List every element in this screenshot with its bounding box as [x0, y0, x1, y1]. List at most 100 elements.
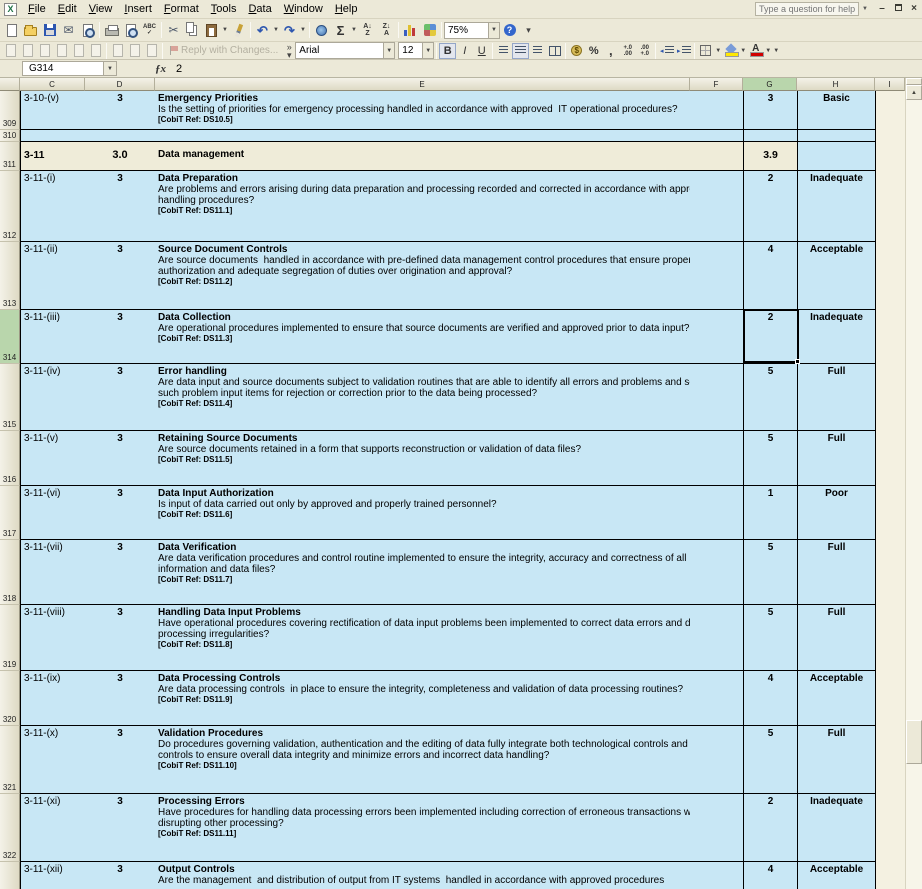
row-header-316[interactable]: 316	[0, 431, 20, 486]
send-to-mail-recipient-button[interactable]	[126, 43, 143, 59]
align-left-button[interactable]	[495, 43, 512, 59]
cell-i320[interactable]	[875, 671, 905, 726]
cell-f309[interactable]	[690, 91, 743, 130]
cell-c319[interactable]: 3-11-(viii)	[20, 605, 85, 671]
cell-i316[interactable]	[875, 431, 905, 486]
row-header-318[interactable]: 318	[0, 540, 20, 605]
toolbar-overflow-icon[interactable]: »▾	[283, 43, 295, 59]
show-all-comments-button[interactable]	[70, 43, 87, 59]
row-header-311[interactable]: 311	[0, 142, 20, 171]
show-ink-annotations-button[interactable]	[87, 43, 104, 59]
cell-h316[interactable]: Full	[797, 431, 875, 486]
cell-h320[interactable]: Acceptable	[797, 671, 875, 726]
menu-insert[interactable]: Insert	[118, 1, 158, 17]
cell-i319[interactable]	[875, 605, 905, 671]
font-size-combo[interactable]: 12▼	[398, 42, 434, 59]
zoom-dropdown-icon[interactable]: ▼	[488, 23, 499, 38]
cell-i313[interactable]	[875, 242, 905, 310]
redo-dropdown-icon[interactable]: ▼	[299, 27, 307, 33]
cell-e309[interactable]: Emergency PrioritiesIs the setting of pr…	[155, 91, 690, 130]
cell-d315[interactable]: 3	[85, 364, 155, 431]
underline-button[interactable]: U	[473, 43, 490, 59]
cell-e312[interactable]: Data PreparationAre problems and errors …	[155, 171, 690, 242]
menu-edit[interactable]: Edit	[52, 1, 83, 17]
cell-d321[interactable]: 3	[85, 726, 155, 794]
cell-g323[interactable]: 4	[743, 862, 797, 889]
menu-data[interactable]: Data	[242, 1, 277, 17]
cell-c320[interactable]: 3-11-(ix)	[20, 671, 85, 726]
align-center-button[interactable]	[512, 43, 529, 59]
cell-c318[interactable]: 3-11-(vii)	[20, 540, 85, 605]
paste-button[interactable]	[202, 21, 221, 40]
row-header-310[interactable]: 310	[0, 130, 20, 142]
cell-e311[interactable]: Data management	[155, 142, 690, 171]
fill-color-dropdown-icon[interactable]: ▼	[739, 48, 747, 54]
cell-h313[interactable]: Acceptable	[797, 242, 875, 310]
cell-e319[interactable]: Handling Data Input ProblemsHave operati…	[155, 605, 690, 671]
cell-f321[interactable]	[690, 726, 743, 794]
bold-button[interactable]: B	[439, 43, 456, 59]
cell-h321[interactable]: Full	[797, 726, 875, 794]
percent-button[interactable]: %	[585, 43, 602, 59]
scroll-up-icon[interactable]: ▲	[906, 85, 922, 100]
align-right-button[interactable]	[529, 43, 546, 59]
italic-button[interactable]: I	[456, 43, 473, 59]
row-header-317[interactable]: 317	[0, 486, 20, 540]
cell-e321[interactable]: Validation ProceduresDo procedures gover…	[155, 726, 690, 794]
cell-g320[interactable]: 4	[743, 671, 797, 726]
cell-e313[interactable]: Source Document ControlsAre source docum…	[155, 242, 690, 310]
cell-e322[interactable]: Processing ErrorsHave procedures for han…	[155, 794, 690, 862]
name-box[interactable]: G314	[22, 61, 104, 76]
cell-h323[interactable]: Acceptable	[797, 862, 875, 889]
cell-e314[interactable]: Data CollectionAre operational procedure…	[155, 310, 690, 364]
redo-button[interactable]: ↷	[280, 21, 299, 40]
row-header-321[interactable]: 321	[0, 726, 20, 794]
cell-i323[interactable]	[875, 862, 905, 889]
font-size-dropdown-icon[interactable]: ▼	[422, 43, 433, 58]
scrollbar-thumb[interactable]	[906, 720, 922, 764]
cell-d316[interactable]: 3	[85, 431, 155, 486]
paste-dropdown-icon[interactable]: ▼	[221, 27, 229, 33]
fill-handle[interactable]	[795, 359, 800, 364]
cell-g319[interactable]: 5	[743, 605, 797, 671]
column-header-f[interactable]: F	[690, 78, 743, 91]
email-button[interactable]: ✉	[59, 21, 78, 40]
show-comment-button[interactable]	[53, 43, 70, 59]
cell-d320[interactable]: 3	[85, 671, 155, 726]
menu-tools[interactable]: Tools	[205, 1, 243, 17]
cell-d314[interactable]: 3	[85, 310, 155, 364]
cell-f320[interactable]	[690, 671, 743, 726]
font-name-combo[interactable]: Arial▼	[295, 42, 395, 59]
cell-d312[interactable]: 3	[85, 171, 155, 242]
help-button[interactable]: ?	[500, 21, 519, 40]
currency-button[interactable]: $	[568, 43, 585, 59]
row-header-314[interactable]: 314	[0, 310, 20, 364]
menu-file[interactable]: File	[22, 1, 52, 17]
cell-i312[interactable]	[875, 171, 905, 242]
cut-button[interactable]: ✂	[164, 21, 183, 40]
autosum-button[interactable]: Σ	[331, 21, 350, 40]
cell-c312[interactable]: 3-11-(i)	[20, 171, 85, 242]
hyperlink-button[interactable]	[312, 21, 331, 40]
cell-f319[interactable]	[690, 605, 743, 671]
cell-d318[interactable]: 3	[85, 540, 155, 605]
cell-g313[interactable]: 4	[743, 242, 797, 310]
cell-c311[interactable]: 3-11	[20, 142, 85, 171]
name-box-dropdown-icon[interactable]: ▼	[104, 61, 117, 76]
column-header-c[interactable]: C	[20, 78, 85, 91]
cell-c321[interactable]: 3-11-(x)	[20, 726, 85, 794]
cell-h312[interactable]: Inadequate	[797, 171, 875, 242]
save-button[interactable]	[40, 21, 59, 40]
edit-comment-button[interactable]	[2, 43, 19, 59]
open-button[interactable]	[21, 21, 40, 40]
row-header-322[interactable]: 322	[0, 794, 20, 862]
cell-d322[interactable]: 3	[85, 794, 155, 862]
cell-h318[interactable]: Full	[797, 540, 875, 605]
cell-h314[interactable]: Inadequate	[797, 310, 875, 364]
cell-c323[interactable]: 3-11-(xii)	[20, 862, 85, 889]
cell-i317[interactable]	[875, 486, 905, 540]
cell-f314[interactable]	[690, 310, 743, 364]
cell-f312[interactable]	[690, 171, 743, 242]
undo-button[interactable]: ↶	[253, 21, 272, 40]
cell-g321[interactable]: 5	[743, 726, 797, 794]
